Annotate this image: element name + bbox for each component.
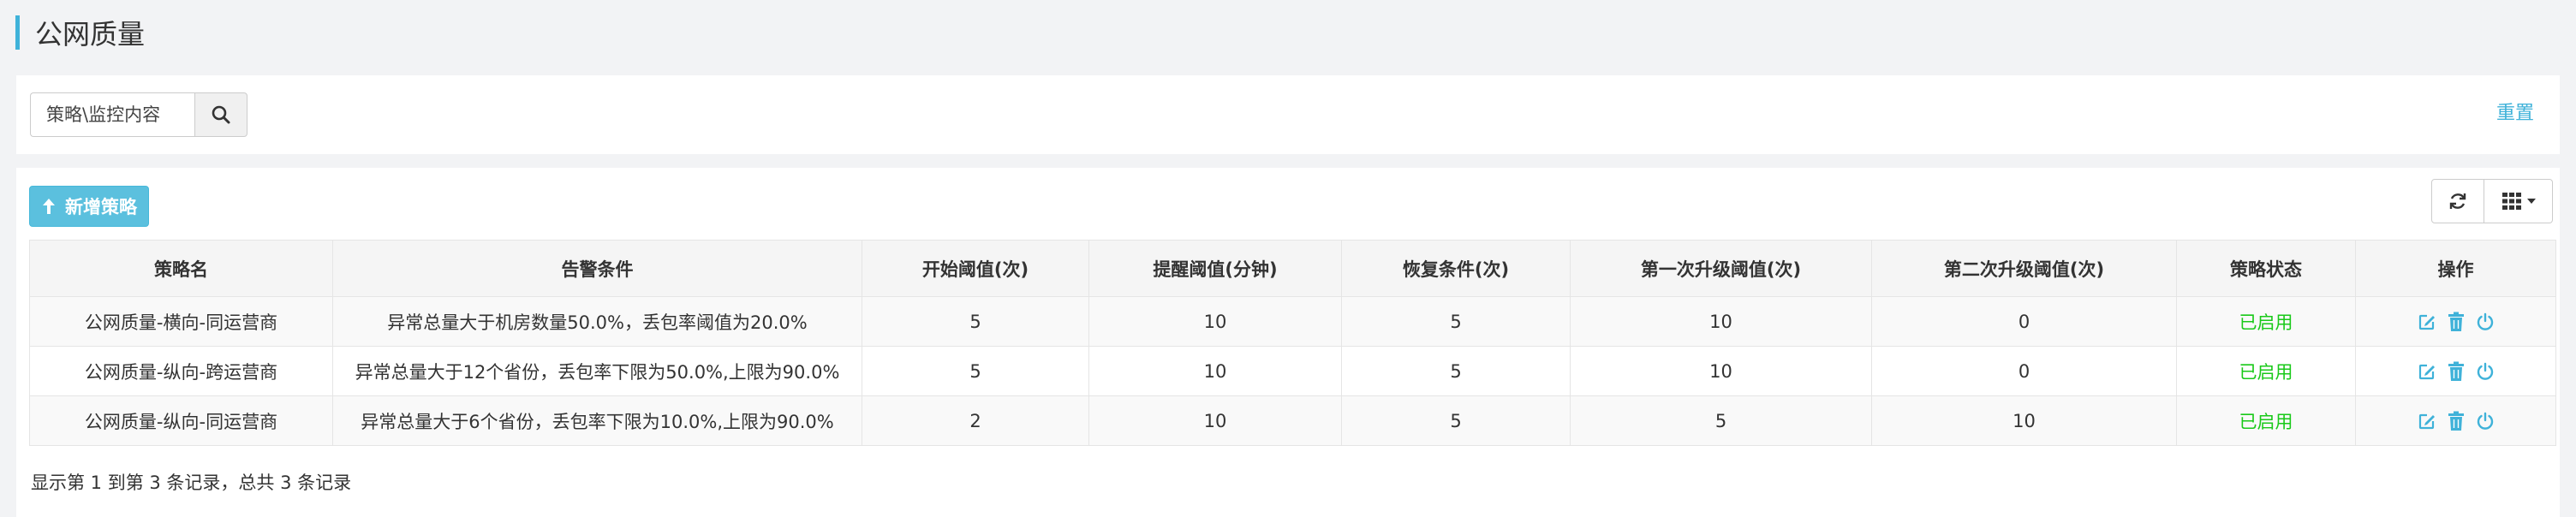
table-header-row: 策略名 告警条件 开始阈值(次) 提醒阈值(分钟) 恢复条件(次) 第一次升级阈… bbox=[29, 240, 2556, 297]
edit-button[interactable] bbox=[2418, 362, 2436, 381]
cell-actions bbox=[2355, 395, 2556, 446]
table-row: 公网质量-横向-同运营商 异常总量大于机房数量50.0%，丢包率阈值为20.0%… bbox=[29, 296, 2556, 347]
delete-button[interactable] bbox=[2447, 411, 2466, 431]
cell-recover: 5 bbox=[1341, 346, 1571, 396]
cell-condition: 异常总量大于12个省份，丢包率下限为50.0%,上限为90.0% bbox=[332, 346, 862, 396]
search-input[interactable] bbox=[30, 92, 194, 137]
refresh-icon bbox=[2449, 193, 2466, 209]
cell-actions bbox=[2355, 296, 2556, 347]
cell-remind: 10 bbox=[1088, 395, 1342, 446]
cell-start: 5 bbox=[862, 346, 1089, 396]
power-icon bbox=[2477, 362, 2493, 380]
column-header[interactable]: 恢复条件(次) bbox=[1341, 240, 1571, 297]
columns-button[interactable] bbox=[2484, 179, 2553, 223]
column-header[interactable]: 提醒阈值(分钟) bbox=[1088, 240, 1342, 297]
cell-remind: 10 bbox=[1088, 346, 1342, 396]
delete-button[interactable] bbox=[2447, 312, 2466, 332]
cell-name: 公网质量-纵向-同运营商 bbox=[29, 395, 333, 446]
column-header: 操作 bbox=[2355, 240, 2556, 297]
cell-condition: 异常总量大于6个省份，丢包率下限为10.0%,上限为90.0% bbox=[332, 395, 862, 446]
cell-start: 5 bbox=[862, 296, 1089, 347]
column-header[interactable]: 策略名 bbox=[29, 240, 333, 297]
cell-upgrade1: 10 bbox=[1570, 296, 1872, 347]
cell-actions bbox=[2355, 346, 2556, 396]
cell-upgrade1: 10 bbox=[1570, 346, 1872, 396]
page-title: 公网质量 bbox=[35, 18, 146, 51]
cell-name: 公网质量-横向-同运营商 bbox=[29, 296, 333, 347]
trash-icon bbox=[2448, 312, 2464, 331]
trash-icon bbox=[2448, 411, 2464, 431]
cell-recover: 5 bbox=[1341, 395, 1571, 446]
cell-status: 已启用 bbox=[2176, 346, 2356, 396]
refresh-button[interactable] bbox=[2431, 179, 2484, 223]
arrow-up-icon bbox=[43, 199, 55, 214]
cell-recover: 5 bbox=[1341, 296, 1571, 347]
table-row: 公网质量-纵向-跨运营商 异常总量大于12个省份，丢包率下限为50.0%,上限为… bbox=[29, 346, 2556, 396]
search-icon bbox=[212, 105, 230, 124]
trash-icon bbox=[2448, 361, 2464, 381]
cell-upgrade2: 10 bbox=[1871, 395, 2177, 446]
power-icon bbox=[2477, 412, 2493, 430]
search-group bbox=[30, 92, 247, 137]
edit-icon bbox=[2418, 413, 2435, 429]
cell-upgrade2: 0 bbox=[1871, 296, 2177, 347]
add-strategy-label: 新增策略 bbox=[65, 197, 137, 217]
toggle-button[interactable] bbox=[2476, 362, 2495, 381]
search-button[interactable] bbox=[194, 92, 247, 137]
edit-button[interactable] bbox=[2418, 312, 2436, 331]
cell-name: 公网质量-纵向-跨运营商 bbox=[29, 346, 333, 396]
table-row: 公网质量-纵向-同运营商 异常总量大于6个省份，丢包率下限为10.0%,上限为9… bbox=[29, 395, 2556, 446]
delete-button[interactable] bbox=[2447, 361, 2466, 382]
toggle-button[interactable] bbox=[2476, 312, 2495, 331]
pagination-info: 显示第 1 到第 3 条记录，总共 3 条记录 bbox=[31, 472, 352, 493]
grid-icon bbox=[2501, 193, 2521, 210]
column-header[interactable]: 第一次升级阈值(次) bbox=[1570, 240, 1872, 297]
cell-start: 2 bbox=[862, 395, 1089, 446]
cell-upgrade2: 0 bbox=[1871, 346, 2177, 396]
cell-upgrade1: 5 bbox=[1570, 395, 1872, 446]
column-header[interactable]: 第二次升级阈值(次) bbox=[1871, 240, 2177, 297]
caret-down-icon bbox=[2526, 199, 2536, 204]
toggle-button[interactable] bbox=[2476, 412, 2495, 431]
reset-link[interactable]: 重置 bbox=[2496, 98, 2534, 125]
cell-status: 已启用 bbox=[2176, 395, 2356, 446]
add-strategy-button[interactable]: 新增策略 bbox=[29, 186, 149, 227]
page-title-bar: 公网质量 bbox=[15, 15, 146, 51]
power-icon bbox=[2477, 312, 2493, 330]
search-panel: 重置 bbox=[16, 75, 2560, 154]
page: 公网质量 重置 新增策略 bbox=[0, 0, 2576, 517]
column-header[interactable]: 策略状态 bbox=[2176, 240, 2356, 297]
table-tools bbox=[2431, 179, 2553, 223]
column-header[interactable]: 开始阈值(次) bbox=[862, 240, 1089, 297]
edit-button[interactable] bbox=[2418, 412, 2436, 431]
edit-icon bbox=[2418, 364, 2435, 379]
table-panel: 新增策略 策略名 告警条件 开始阈值(次) 提醒阈值(分钟) 恢复条件(次) 第… bbox=[16, 168, 2560, 517]
cell-status: 已启用 bbox=[2176, 296, 2356, 347]
strategy-table: 策略名 告警条件 开始阈值(次) 提醒阈值(分钟) 恢复条件(次) 第一次升级阈… bbox=[29, 240, 2556, 446]
cell-condition: 异常总量大于机房数量50.0%，丢包率阈值为20.0% bbox=[332, 296, 862, 347]
column-header[interactable]: 告警条件 bbox=[332, 240, 862, 297]
cell-remind: 10 bbox=[1088, 296, 1342, 347]
edit-icon bbox=[2418, 314, 2435, 330]
